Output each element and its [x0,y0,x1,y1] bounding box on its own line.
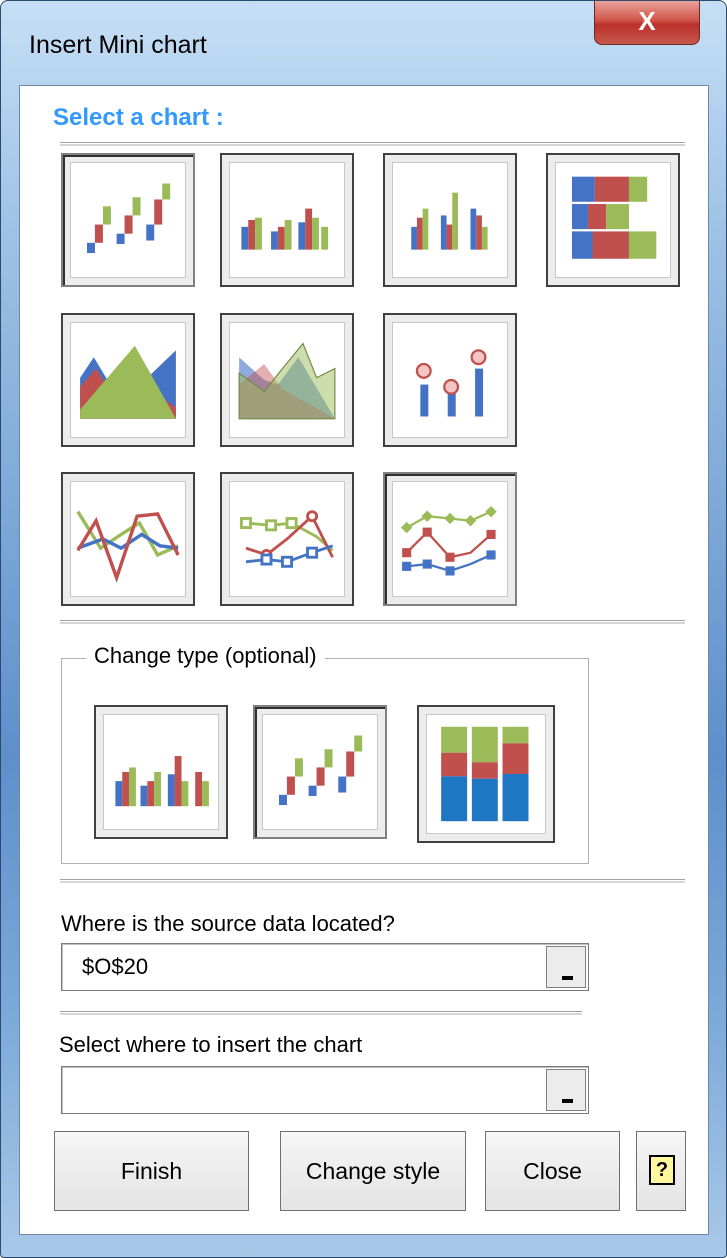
divider [60,142,685,146]
help-button[interactable]: ? [636,1131,686,1211]
title-bar[interactable]: Insert Mini chart X [1,1,726,85]
chart-option-clustered-column-2[interactable] [383,153,517,287]
chart-option-area-transparent[interactable] [220,313,354,447]
chart-option-stacked-bar[interactable] [546,153,680,287]
change-type-group: Change type (optional) [61,643,589,864]
close-window-button[interactable]: X [594,1,700,45]
clustered-column-2-icon [411,192,488,250]
help-icon: ? [649,1155,675,1185]
chart-option-line-markers-filled[interactable] [383,472,517,606]
chart-option-lollipop[interactable] [383,313,517,447]
select-chart-label: Select a chart : [53,104,224,131]
insert-location-label: Select where to insert the chart [59,1032,363,1057]
stacked-bar-icon [571,176,657,259]
chart-option-column-sparkline[interactable] [61,153,195,287]
insert-location-field[interactable] [61,1066,589,1114]
insert-range-picker-button[interactable] [546,1069,586,1111]
column-sparkline-icon [86,183,171,254]
clustered-column-icon [241,208,329,250]
line-chart-icon [76,510,180,583]
chart-option-clustered-column[interactable] [220,153,354,287]
source-range-picker-button[interactable] [546,946,586,988]
lollipop-chart-icon [415,349,487,417]
close-button[interactable]: Close [485,1131,620,1211]
chart-option-line[interactable] [61,472,195,606]
source-data-input[interactable] [82,952,522,982]
insert-mini-chart-dialog: Insert Mini chart X Select a chart : Cha… [0,0,727,1258]
chart-option-line-markers[interactable] [220,472,354,606]
finish-button[interactable]: Finish [54,1131,249,1211]
window-title: Insert Mini chart [29,31,207,59]
divider [60,1011,582,1015]
area-transparent-icon [238,342,336,420]
insert-location-input[interactable] [82,1075,522,1105]
line-markers-filled-icon [400,505,497,576]
divider [60,879,685,883]
change-type-label: Change type (optional) [86,643,325,669]
chart-option-area[interactable] [61,313,195,447]
source-data-label: Where is the source data located? [61,911,395,936]
clustered-column-icon [115,756,209,807]
change-type-column-sparkline[interactable] [253,705,387,839]
line-markers-icon [239,510,334,568]
change-type-stacked-column[interactable] [417,705,555,843]
stacked-column-icon [441,726,529,822]
source-data-field[interactable] [61,943,589,991]
area-chart-icon [80,345,176,419]
column-sparkline-icon [278,735,363,806]
change-type-clustered-column[interactable] [94,705,228,839]
change-style-button[interactable]: Change style [280,1131,466,1211]
divider [60,620,685,624]
dialog-body: Select a chart : Change type (optional) … [19,85,709,1235]
